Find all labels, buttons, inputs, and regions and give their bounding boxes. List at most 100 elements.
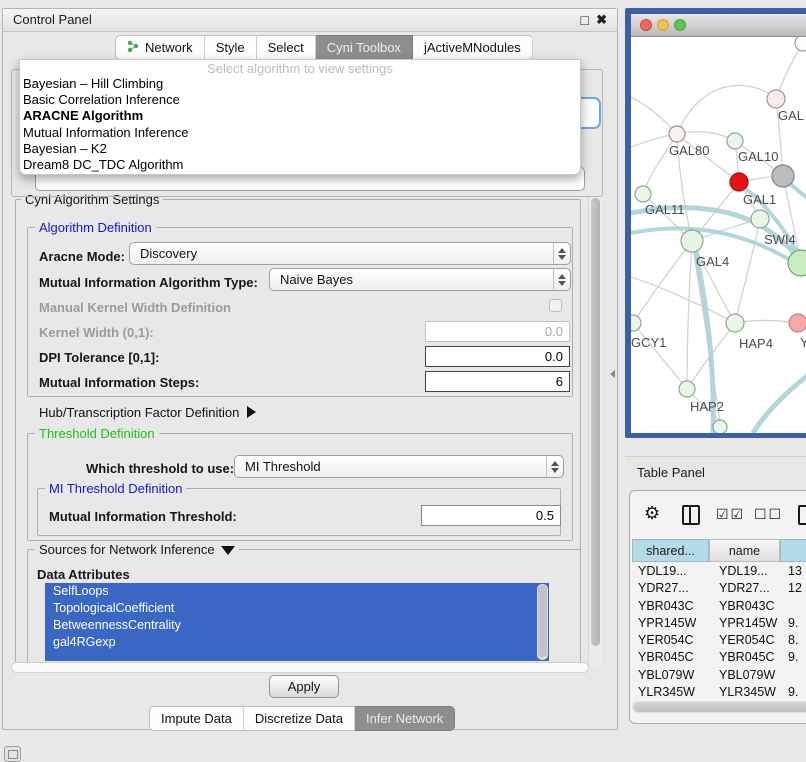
panel-divider-collapse-icon[interactable] <box>610 370 615 378</box>
attribute-item[interactable]: TopologicalCoefficient <box>45 600 549 617</box>
cell: YLR345W <box>719 684 776 701</box>
node-label: GAL <box>778 108 804 123</box>
cell: 13 <box>788 563 802 580</box>
aracne-mode-select[interactable]: Discovery <box>129 242 571 265</box>
close-traffic-light-icon[interactable] <box>640 19 652 31</box>
node-gal7[interactable] <box>767 90 785 108</box>
cell: YBL079W <box>638 667 694 684</box>
tab-jactivemnodules-label: jActiveMNodules <box>424 40 521 55</box>
aracne-mode-label: Aracne Mode: <box>39 249 125 264</box>
split-columns-icon[interactable] <box>682 505 700 525</box>
settings-vertical-scrollbar[interactable] <box>588 195 602 667</box>
mi-steps-label: Mutual Information Steps: <box>39 375 199 390</box>
mi-threshold-field[interactable]: 0.5 <box>421 505 561 526</box>
node-partial-bottom[interactable] <box>713 420 727 433</box>
algorithm-option[interactable]: Dream8 DC_TDC Algorithm <box>20 157 580 173</box>
node-gal4[interactable] <box>681 230 703 252</box>
tab-impute-data[interactable]: Impute Data <box>149 706 244 731</box>
table-row[interactable]: YDR27...YDR27...12 <box>632 580 806 597</box>
cell: 8. <box>788 632 798 649</box>
cell: YBR043C <box>719 598 775 615</box>
algorithm-option[interactable]: Bayesian – K2 <box>20 141 580 157</box>
tab-cyni-toolbox-label: Cyni Toolbox <box>327 40 401 55</box>
algorithm-option[interactable]: Mutual Information Inference <box>20 125 580 141</box>
network-view-window[interactable]: GAL GAL80 GAL10 GAL1 SWI4 GAL11 GAL4 GCY… <box>625 8 806 438</box>
which-threshold-select[interactable]: MI Threshold <box>234 455 564 478</box>
hub-definition-toggle[interactable]: Hub/Transcription Factor Definition <box>39 405 256 420</box>
cell: 9. <box>788 649 798 666</box>
column-header-partial[interactable]: A <box>780 539 806 562</box>
algorithm-option[interactable]: Bayesian – Hill Climbing <box>20 76 580 92</box>
zoom-traffic-light-icon[interactable] <box>674 19 686 31</box>
attribute-item[interactable]: SelfLoops <box>45 583 549 600</box>
minimize-traffic-light-icon[interactable] <box>657 19 669 31</box>
table-horizontal-scrollbar[interactable] <box>632 701 806 713</box>
node-gray[interactable] <box>772 165 794 187</box>
kernel-width-field[interactable]: 0.0 <box>425 321 570 342</box>
network-canvas[interactable]: GAL GAL80 GAL10 GAL1 SWI4 GAL11 GAL4 GCY… <box>631 37 806 433</box>
restore-panel-button[interactable] <box>4 746 21 762</box>
gear-icon[interactable]: ⚙ <box>644 503 660 524</box>
threshold-definition-title: Threshold Definition <box>35 426 159 441</box>
sources-title[interactable]: Sources for Network Inference <box>35 542 239 557</box>
table-row[interactable]: YER054CYER054C8. <box>632 632 806 649</box>
mi-algorithm-type-select[interactable]: Naive Bayes <box>269 268 571 291</box>
manual-kernel-width-checkbox[interactable] <box>549 299 562 312</box>
attribute-item[interactable]: BetweennessCentrality <box>45 617 549 634</box>
algorithm-definition-title: Algorithm Definition <box>35 220 156 235</box>
tab-jactivemnodules[interactable]: jActiveMNodules <box>413 35 533 60</box>
apply-button[interactable]: Apply <box>269 675 339 698</box>
which-threshold-value: MI Threshold <box>235 459 546 474</box>
tab-infer-network[interactable]: Infer Network <box>355 706 455 731</box>
table-row[interactable]: YBR045CYBR045C9. <box>632 649 806 666</box>
data-attributes-label: Data Attributes <box>37 567 130 582</box>
attribute-item[interactable]: gal4RGexp <box>45 634 549 651</box>
node-hap4[interactable] <box>726 314 744 332</box>
node-gal11[interactable] <box>635 186 651 202</box>
dpi-tolerance-field[interactable]: 0.0 <box>425 346 570 367</box>
tab-cyni-toolbox[interactable]: Cyni Toolbox <box>316 35 413 60</box>
node-hap2[interactable] <box>679 381 695 397</box>
close-window-icon[interactable]: ✖ <box>596 12 607 28</box>
mi-algorithm-type-label: Mutual Information Algorithm Type: <box>39 275 258 290</box>
node-unlabeled[interactable] <box>795 37 806 51</box>
node-salmon[interactable] <box>789 314 806 332</box>
table-row[interactable]: YPR145WYPR145W9. <box>632 615 806 632</box>
table-row[interactable]: YBR043CYBR043C <box>632 598 806 615</box>
aracne-mode-value: Discovery <box>130 246 553 261</box>
data-attributes-list[interactable]: SelfLoops TopologicalCoefficient Between… <box>45 583 549 661</box>
tab-network[interactable]: Network <box>115 35 205 60</box>
table-row[interactable]: YDL19...YDL19...13 <box>632 563 806 580</box>
node-gal1[interactable] <box>751 210 769 228</box>
node-label: HAP4 <box>739 336 773 351</box>
dpi-tolerance-label: DPI Tolerance [0,1]: <box>39 350 159 365</box>
algorithm-option[interactable]: Basic Correlation Inference <box>20 92 580 108</box>
node-gal80[interactable] <box>669 126 685 142</box>
tab-select[interactable]: Select <box>257 35 316 60</box>
column-header-name[interactable]: name <box>709 539 780 562</box>
node-gal10[interactable] <box>727 133 743 149</box>
new-table-icon[interactable] <box>798 505 806 525</box>
table-panel: ⚙ ☑☑ ☐☐ shared... name A YDL19...YDL19..… <box>629 490 806 724</box>
manual-kernel-width-label: Manual Kernel Width Definition <box>39 300 231 315</box>
node-gcy1[interactable] <box>631 315 641 331</box>
settings-horizontal-scrollbar[interactable] <box>11 662 589 673</box>
select-all-columns-icon[interactable]: ☑☑ <box>716 507 745 523</box>
cell: YPR145W <box>638 615 696 632</box>
mi-steps-field[interactable]: 6 <box>425 371 570 392</box>
tab-style[interactable]: Style <box>205 35 257 60</box>
stepper-arrows-icon <box>546 456 563 477</box>
table-row[interactable]: YLR345WYLR345W9. <box>632 684 806 701</box>
node-red-selected[interactable] <box>730 173 748 191</box>
algorithm-option-selected[interactable]: ARACNE Algorithm <box>20 108 580 124</box>
tab-discretize-data[interactable]: Discretize Data <box>244 706 355 731</box>
cell: YDL19... <box>638 563 687 580</box>
node-swi4[interactable] <box>788 250 806 276</box>
kernel-width-label: Kernel Width (0,1): <box>39 325 154 340</box>
list-scrollbar[interactable] <box>537 584 548 660</box>
column-header-shared-name[interactable]: shared... <box>632 539 709 562</box>
table-row[interactable]: YBL079WYBL079W <box>632 667 806 684</box>
table-rows[interactable]: YDL19...YDL19...13 YDR27...YDR27...12 YB… <box>632 563 806 713</box>
float-window-icon[interactable]: □ <box>581 12 589 28</box>
deselect-all-columns-icon[interactable]: ☐☐ <box>754 507 783 523</box>
